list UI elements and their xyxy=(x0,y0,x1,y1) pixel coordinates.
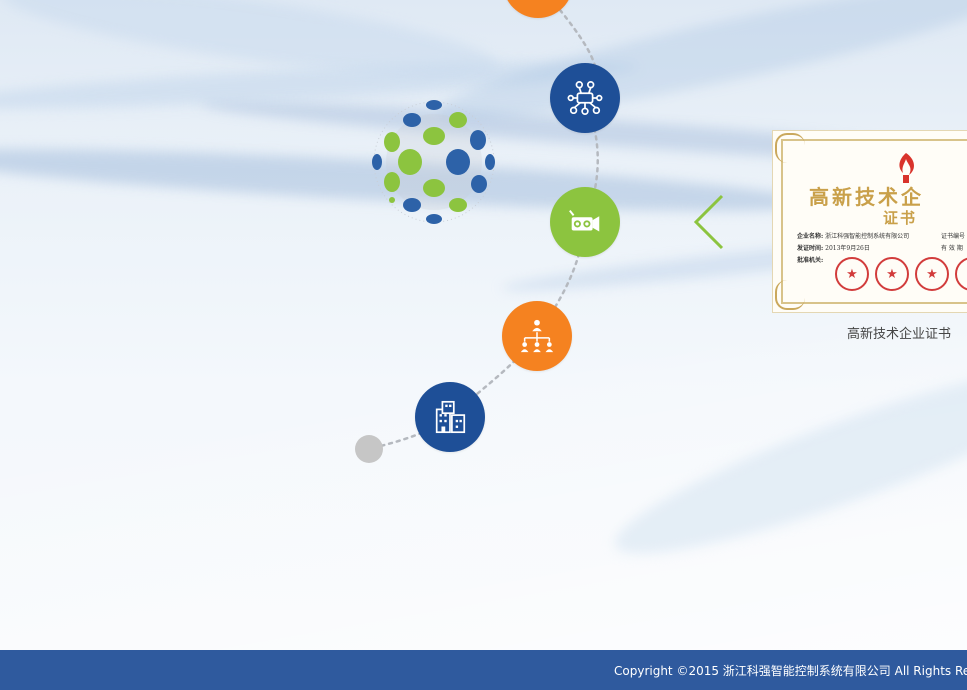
certificate-company-row: 企业名称: 浙江科强智能控制系统有限公司 xyxy=(797,231,909,240)
background-stage: 高新技术企 证书 企业名称: 浙江科强智能控制系统有限公司 证书编号 发证时间:… xyxy=(0,0,967,650)
org-chart-icon xyxy=(520,319,554,353)
timeline-node-network[interactable] xyxy=(550,63,620,133)
certificate-ornament xyxy=(775,133,805,163)
certificate-authority-label: 批准机关: xyxy=(797,257,824,264)
dotted-globe-icon xyxy=(372,100,495,224)
certificate-company-value: 浙江科强智能控制系统有限公司 xyxy=(825,233,910,240)
red-seal-stamp: ★ xyxy=(955,257,967,291)
certificate-issue-value: 2013年9月26日 xyxy=(825,245,870,252)
certificate-company-label: 企业名称: xyxy=(797,233,824,240)
buildings-icon xyxy=(435,400,466,434)
red-seal-stamp: ★ xyxy=(915,257,949,291)
certificate-image[interactable]: 高新技术企 证书 企业名称: 浙江科强智能控制系统有限公司 证书编号 发证时间:… xyxy=(772,130,967,313)
certificate-issue-label: 发证时间: xyxy=(797,245,824,252)
certificate-stamps: ★ ★ ★ ★ xyxy=(835,257,967,291)
timeline-start-dot xyxy=(355,435,383,463)
video-camera-icon xyxy=(569,210,600,232)
timeline-node-video[interactable] xyxy=(550,187,620,257)
footer-bar: Copyright ©2015 浙江科强智能控制系统有限公司 All Right… xyxy=(0,650,967,690)
certificate-issue-row: 发证时间: 2013年9月26日 xyxy=(797,243,870,252)
certificate-subtitle: 证书 xyxy=(883,209,918,227)
torch-emblem-icon xyxy=(899,153,915,183)
certificate-number-label: 证书编号 xyxy=(941,233,966,240)
timeline-node-organization[interactable] xyxy=(502,301,572,371)
red-seal-stamp: ★ xyxy=(875,257,909,291)
certificate-valid-label: 有 效 期 xyxy=(941,245,963,252)
timeline-node-company[interactable] xyxy=(415,382,485,452)
certificate-ornament xyxy=(775,280,805,310)
chevron-left-icon[interactable] xyxy=(692,193,726,251)
certificate-caption: 高新技术企业证书 xyxy=(847,327,952,342)
footer-copyright: Copyright ©2015 浙江科强智能控制系统有限公司 All Right… xyxy=(614,664,967,678)
red-seal-stamp: ★ xyxy=(835,257,869,291)
network-diagram-icon xyxy=(567,80,603,116)
certificate-title: 高新技术企 xyxy=(809,185,924,209)
